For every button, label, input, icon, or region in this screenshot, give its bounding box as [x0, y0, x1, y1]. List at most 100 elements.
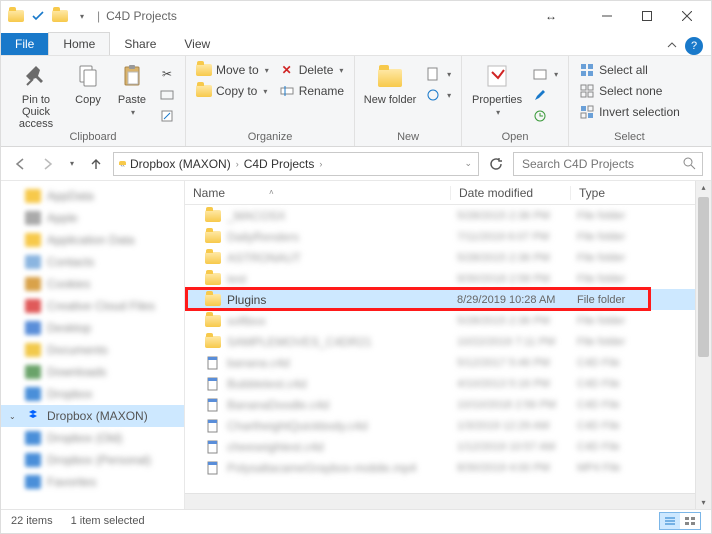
file-type: C4D File	[577, 399, 657, 411]
column-date[interactable]: Date modified	[451, 186, 571, 200]
select-all-button[interactable]: Select all	[577, 60, 682, 80]
breadcrumb-seg-1[interactable]: Dropbox (MAXON)	[127, 157, 234, 171]
file-rows: _MACOSX5/28/2015 2:36 PMFile folderDaily…	[185, 205, 695, 493]
nav-item[interactable]: Dropbox	[1, 383, 184, 405]
search-input[interactable]	[520, 156, 683, 172]
address-bar[interactable]: « Dropbox (MAXON) › C4D Projects › ⌄	[113, 152, 479, 176]
file-row[interactable]: DailyRenders7/11/2019 6:07 PMFile folder	[185, 226, 695, 247]
cut-button[interactable]: ✂	[157, 64, 177, 84]
tab-home[interactable]: Home	[48, 32, 110, 55]
nav-item[interactable]: Desktop	[1, 317, 184, 339]
edit-button[interactable]	[530, 85, 560, 105]
nav-item[interactable]: Dropbox (Old)	[1, 427, 184, 449]
nav-item[interactable]: Apple	[1, 207, 184, 229]
refresh-button[interactable]	[485, 153, 507, 175]
copy-path-button[interactable]	[157, 85, 177, 105]
paste-shortcut-button[interactable]	[157, 106, 177, 126]
nav-item[interactable]: Downloads	[1, 361, 184, 383]
invert-selection-button[interactable]: Invert selection	[577, 102, 682, 122]
open-button[interactable]: ▾	[530, 64, 560, 84]
column-name[interactable]: Name˄	[185, 186, 451, 200]
copy-label: Copy	[75, 94, 101, 106]
file-row[interactable]: test9/30/2018 2:58 PMFile folder	[185, 268, 695, 289]
back-button[interactable]	[9, 153, 31, 175]
nav-item[interactable]: Cookies	[1, 273, 184, 295]
column-type[interactable]: Type	[571, 186, 651, 200]
details-view-button[interactable]	[660, 513, 680, 529]
thumbnails-view-button[interactable]	[680, 513, 700, 529]
file-row[interactable]: Bubbletest.c4d4/10/2013 5:16 PMC4D File	[185, 373, 695, 394]
nav-item-selected[interactable]: ⌄Dropbox (MAXON)	[1, 405, 184, 427]
nav-item[interactable]: Documents	[1, 339, 184, 361]
recent-locations-button[interactable]: ▾	[65, 153, 79, 175]
delete-icon: ✕	[279, 62, 295, 78]
file-row[interactable]: Plugins8/29/2019 10:28 AMFile folder	[185, 289, 695, 310]
scroll-down-icon[interactable]: ▾	[696, 498, 711, 507]
rename-button[interactable]: Rename	[277, 81, 346, 101]
file-date: 4/10/2013 5:16 PM	[457, 378, 577, 390]
easy-access-button[interactable]: ▾	[423, 85, 453, 105]
file-row[interactable]: banana.c4d5/12/2017 5:46 PMC4D File	[185, 352, 695, 373]
qat-dropdown-icon[interactable]: ▾	[73, 7, 91, 25]
nav-item[interactable]: Application Data	[1, 229, 184, 251]
nav-item-label: Apple	[47, 211, 78, 225]
file-name: softbox	[227, 314, 457, 328]
pin-to-quick-access-button[interactable]: Pin to Quick access	[9, 60, 63, 130]
move-to-button[interactable]: Move to▾	[194, 60, 271, 80]
new-folder-button[interactable]: New folder	[363, 60, 417, 106]
file-row[interactable]: ChartheightQuickbody.c4d1/3/2019 12:29 A…	[185, 415, 695, 436]
file-row[interactable]: softbox5/28/2015 2:36 PMFile folder	[185, 310, 695, 331]
sort-asc-icon: ˄	[269, 188, 274, 197]
breadcrumb-seg-2[interactable]: C4D Projects	[241, 157, 318, 171]
up-button[interactable]	[85, 153, 107, 175]
select-none-button[interactable]: Select none	[577, 81, 682, 101]
file-row[interactable]: cheeseightest.c4d1/12/2019 10:57 AMC4D F…	[185, 436, 695, 457]
resize-handle-icon[interactable]: ↔	[545, 9, 557, 23]
chevron-right-icon[interactable]: ›	[317, 159, 324, 169]
history-button[interactable]	[530, 106, 560, 126]
delete-button[interactable]: ✕ Delete▾	[277, 60, 346, 80]
horizontal-scrollbar[interactable]	[185, 493, 695, 509]
easy-access-icon	[425, 87, 441, 103]
file-row[interactable]: PolysaltacameGraybox-mobile.mp48/30/2019…	[185, 457, 695, 478]
copy-button[interactable]: Copy	[69, 60, 107, 106]
tab-share[interactable]: Share	[110, 33, 170, 55]
qat-folder-icon[interactable]	[51, 7, 69, 25]
nav-item[interactable]: Favorites	[1, 471, 184, 493]
nav-item[interactable]: AppData	[1, 185, 184, 207]
close-button[interactable]	[667, 2, 707, 30]
file-row[interactable]: SAMPLEMOVES_C4DR2110/22/2019 7:11 PMFile…	[185, 331, 695, 352]
search-box[interactable]	[513, 152, 703, 176]
cut-icon: ✂	[159, 66, 175, 82]
navigation-pane[interactable]: AppData Apple Application Data ContactsCook…	[1, 181, 185, 509]
vertical-scrollbar[interactable]: ▴ ▾	[695, 181, 711, 509]
nav-item-label: Application Data	[47, 233, 134, 247]
forward-button[interactable]	[37, 153, 59, 175]
ribbon-collapse-icon[interactable]	[663, 37, 681, 55]
copy-to-button[interactable]: Copy to▾	[194, 81, 271, 101]
address-dropdown-icon[interactable]: ⌄	[462, 158, 474, 169]
window-title: C4D Projects	[106, 9, 177, 23]
minimize-button[interactable]	[587, 2, 627, 30]
file-row[interactable]: ASTRONAUT5/28/2015 2:36 PMFile folder	[185, 247, 695, 268]
nav-item-icon	[25, 188, 41, 204]
help-button[interactable]: ?	[685, 37, 703, 55]
file-row[interactable]: _MACOSX5/28/2015 2:36 PMFile folder	[185, 205, 695, 226]
nav-item-icon	[25, 232, 41, 248]
new-item-button[interactable]: ▾	[423, 64, 453, 84]
nav-item[interactable]: Dropbox (Personal)	[1, 449, 184, 471]
scroll-thumb[interactable]	[698, 197, 709, 357]
file-row[interactable]: BananaDoodle.c4d10/10/2018 2:56 PMC4D Fi…	[185, 394, 695, 415]
nav-item[interactable]: Contacts	[1, 251, 184, 273]
properties-button[interactable]: Properties ▾	[470, 60, 524, 117]
paste-label: Paste	[118, 94, 146, 106]
nav-item[interactable]: Creative Cloud Files	[1, 295, 184, 317]
tab-view[interactable]: View	[170, 33, 224, 55]
checkmark-icon[interactable]	[29, 7, 47, 25]
tab-file[interactable]: File	[1, 33, 48, 55]
expand-icon[interactable]: ⌄	[9, 412, 16, 421]
chevron-right-icon[interactable]: ›	[234, 159, 241, 169]
paste-button[interactable]: Paste ▾	[113, 60, 151, 117]
maximize-button[interactable]	[627, 2, 667, 30]
scroll-up-icon[interactable]: ▴	[696, 181, 711, 192]
